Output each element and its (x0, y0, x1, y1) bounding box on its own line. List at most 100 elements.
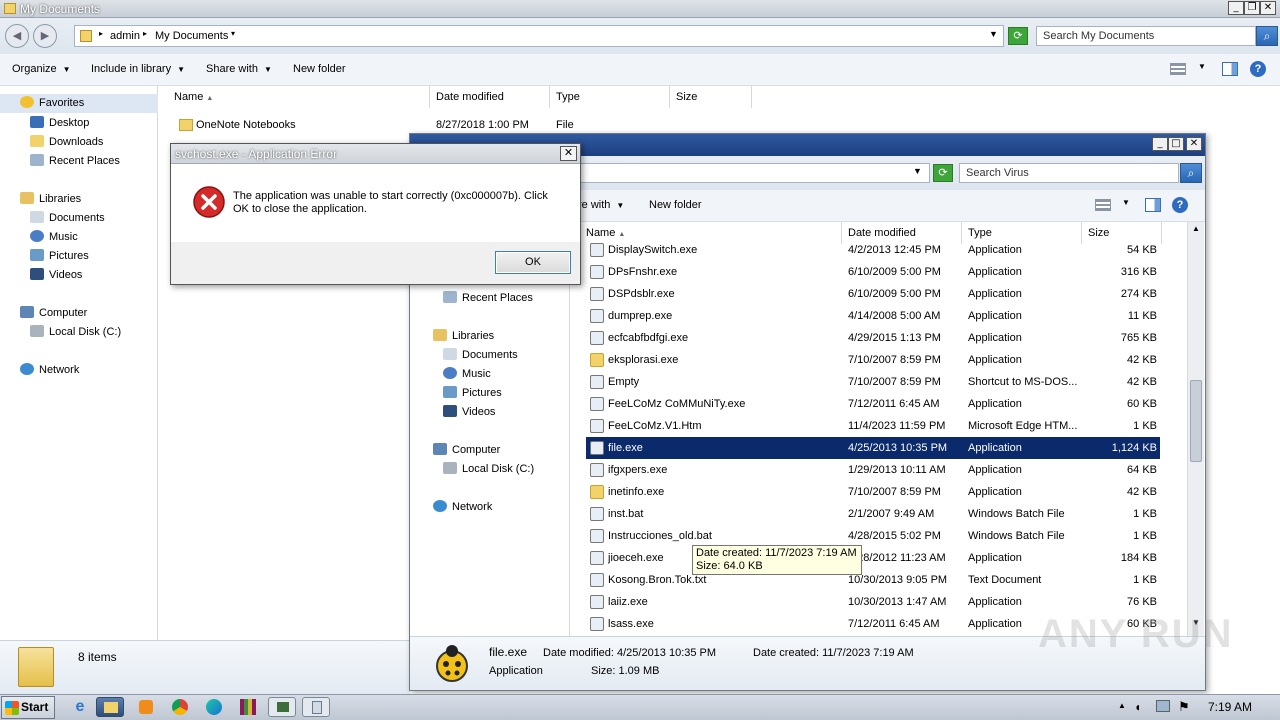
table-row[interactable]: laiiz.exe 10/30/2013 1:47 AM Application 76… (586, 591, 1160, 613)
start-button[interactable]: Start (1, 696, 55, 719)
nav-music[interactable]: Music (30, 228, 78, 247)
views-icon[interactable] (1095, 199, 1111, 211)
nav-videos[interactable]: Videos (30, 266, 82, 285)
help-icon[interactable]: ? (1172, 197, 1188, 213)
table-row[interactable]: Instrucciones_old.bat 4/28/2015 5:02 PM Wi… (586, 525, 1160, 547)
recent-places-icon (30, 154, 44, 166)
search-input[interactable]: Search Virus (959, 163, 1179, 183)
search-icon[interactable]: ⌕ (1180, 163, 1202, 183)
nav-documents[interactable]: Documents (30, 209, 105, 228)
share-with-button[interactable]: Share with ▼ (206, 54, 272, 85)
nav-downloads[interactable]: Downloads (30, 133, 103, 152)
nav-pictures[interactable]: Pictures (30, 247, 89, 266)
dialog-close-button[interactable]: ✕ (560, 146, 577, 161)
help-icon[interactable]: ? (1250, 61, 1266, 77)
table-row[interactable]: FeeLCoMz CoMMuNiTy.exe 7/12/2011 6:45 AM A… (586, 393, 1160, 415)
tray-up-icon[interactable]: ▲ (1118, 701, 1126, 710)
chevron-down-icon[interactable]: ▼ (1198, 62, 1206, 71)
search-input[interactable]: Search My Documents (1036, 26, 1256, 46)
maximize-button[interactable]: □ (1168, 137, 1184, 151)
views-icon[interactable] (1170, 63, 1186, 75)
nav-computer[interactable]: Computer (20, 304, 87, 323)
table-row[interactable]: inetinfo.exe 7/10/2007 8:59 PM Application… (586, 481, 1160, 503)
chevron-down-icon[interactable]: ▼ (913, 166, 922, 176)
flag-icon[interactable]: ⚑ (1178, 699, 1190, 715)
nav-music[interactable]: Music (443, 365, 491, 384)
table-row[interactable]: Empty 7/10/2007 8:59 PM Shortcut to MS-DOS… (586, 371, 1160, 393)
app-taskbar-icon-2[interactable] (302, 697, 330, 717)
refresh-button[interactable]: ⟳ (1008, 27, 1028, 45)
refresh-button[interactable]: ⟳ (933, 164, 953, 182)
nav-libraries[interactable]: Libraries (433, 327, 494, 346)
media-player-icon[interactable] (132, 697, 160, 717)
app-taskbar-icon[interactable] (268, 697, 296, 717)
breadcrumb-my-documents[interactable]: My Documents (155, 30, 228, 42)
include-in-library-button[interactable]: Include in library ▼ (91, 54, 185, 85)
column-date[interactable]: Date modified (430, 86, 550, 108)
back-button[interactable]: ◀ (5, 24, 29, 48)
table-row[interactable]: dumprep.exe 4/14/2008 5:00 AM Application 1… (586, 305, 1160, 327)
ok-button[interactable]: OK (495, 251, 571, 274)
file-icon (590, 419, 604, 433)
table-row[interactable]: inst.bat 2/1/2007 9:49 AM Windows Batch Fi… (586, 503, 1160, 525)
breadcrumb-admin[interactable]: admin (110, 30, 140, 42)
nav-favorites[interactable]: Favorites (0, 94, 158, 113)
table-row[interactable]: FeeLCoMz.V1.Htm 11/4/2023 11:59 PM Microso… (586, 415, 1160, 437)
nav-recent-places[interactable]: Recent Places (443, 289, 533, 308)
chevron-down-icon[interactable]: ▼ (989, 29, 998, 39)
vertical-scrollbar[interactable]: ▲ ▼ (1187, 222, 1204, 636)
column-size[interactable]: Size (670, 86, 752, 108)
nav-network[interactable]: Network (433, 498, 492, 517)
nav-videos[interactable]: Videos (443, 403, 495, 422)
restore-button[interactable]: ❐ (1244, 1, 1260, 15)
scroll-up-icon[interactable]: ▲ (1190, 224, 1202, 236)
edge-icon[interactable] (200, 697, 228, 717)
address-box[interactable]: ▸ admin ▸ My Documents ▾ ▼ (74, 25, 1004, 47)
new-folder-button[interactable]: New folder (293, 54, 346, 84)
nav-computer[interactable]: Computer (433, 441, 500, 460)
nav-recent-places[interactable]: Recent Places (30, 152, 120, 171)
chevron-down-icon[interactable]: ▼ (1122, 198, 1130, 207)
share-with-button[interactable]: re with ▼ (578, 190, 624, 221)
table-row[interactable]: Kosong.Bron.Tok.txt 10/30/2013 9:05 PM Tex… (586, 569, 1160, 591)
table-row[interactable]: DPsFnshr.exe 6/10/2009 5:00 PM Application… (586, 261, 1160, 283)
table-row[interactable]: file.exe 4/25/2013 10:35 PM Application 1,1… (586, 437, 1160, 459)
minimize-button[interactable]: _ (1152, 137, 1168, 151)
close-button[interactable]: ✕ (1260, 1, 1276, 15)
close-button[interactable]: ✕ (1186, 137, 1202, 151)
new-folder-button[interactable]: New folder (649, 190, 702, 220)
table-row[interactable]: DisplaySwitch.exe 4/2/2013 12:45 PM Applic… (586, 239, 1160, 261)
nav-pictures[interactable]: Pictures (443, 384, 502, 403)
table-row[interactable]: ifgxpers.exe 1/29/2013 10:11 AM Applicatio… (586, 459, 1160, 481)
preview-pane-icon[interactable] (1145, 198, 1161, 212)
nav-desktop[interactable]: Desktop (30, 114, 89, 133)
clock[interactable]: 7:19 AM (1208, 700, 1252, 714)
table-row[interactable]: ecfcabfbdfgi.exe 4/29/2015 1:13 PM Applica… (586, 327, 1160, 349)
network-tray-icon[interactable] (1156, 700, 1170, 712)
nav-local-disk[interactable]: Local Disk (C:) (443, 460, 534, 479)
table-row[interactable]: eksplorasi.exe 7/10/2007 8:59 PM Applicati… (586, 349, 1160, 371)
dialog-titlebar[interactable]: svchost.exe - Application Error ✕ (171, 144, 580, 164)
organize-button[interactable]: Organize ▼ (12, 54, 71, 85)
nav-documents[interactable]: Documents (443, 346, 518, 365)
forward-button[interactable]: ▶ (33, 24, 57, 48)
search-icon[interactable]: ⌕ (1256, 26, 1278, 46)
speaker-icon[interactable]: ◖ (1134, 700, 1141, 714)
nav-network[interactable]: Network (20, 361, 79, 380)
scroll-thumb[interactable] (1190, 380, 1202, 462)
chrome-icon[interactable] (166, 697, 194, 717)
column-name[interactable]: Name ▲ (168, 86, 430, 108)
address-box[interactable]: ▼ (570, 163, 930, 183)
minimize-button[interactable]: _ (1228, 1, 1244, 15)
chevron-down-icon[interactable]: ▾ (231, 29, 235, 38)
preview-pane-icon[interactable] (1222, 62, 1238, 76)
nav-local-disk[interactable]: Local Disk (C:) (30, 323, 121, 342)
back-window-titlebar[interactable]: My Documents _ ❐ ✕ (0, 0, 1280, 18)
ie-icon[interactable]: e (66, 697, 94, 717)
nav-libraries[interactable]: Libraries (20, 190, 81, 209)
column-type[interactable]: Type (550, 86, 670, 108)
table-row[interactable]: DSPdsblr.exe 6/10/2009 5:00 PM Application… (586, 283, 1160, 305)
table-row[interactable]: jioeceh.exe 4/28/2012 11:23 AM Application… (586, 547, 1160, 569)
explorer-taskbar-icon[interactable] (96, 697, 124, 717)
winrar-icon[interactable] (234, 697, 262, 717)
